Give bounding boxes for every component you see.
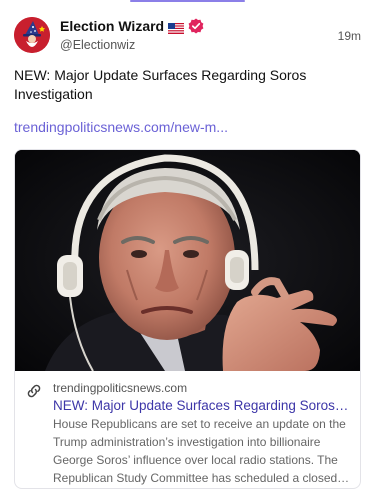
name-row: Election Wizard	[60, 17, 204, 35]
post-link[interactable]: trendingpoliticsnews.com/new-m...	[14, 119, 228, 135]
author-block: Election Wizard @Electionwiz	[60, 17, 204, 53]
card-meta[interactable]: trendingpoliticsnews.com NEW: Major Upda…	[15, 371, 360, 488]
post[interactable]: Election Wizard @Electionwiz 19m NEW: Ma…	[0, 0, 375, 500]
card-title[interactable]: NEW: Major Update Surfaces Regarding Sor…	[53, 397, 352, 414]
card-description: House Republicans are set to receive an …	[53, 417, 346, 485]
link-icon	[25, 382, 43, 400]
link-preview-card[interactable]: trendingpoliticsnews.com NEW: Major Upda…	[14, 149, 361, 489]
card-domain: trendingpoliticsnews.com	[53, 381, 188, 395]
post-text: NEW: Major Update Surfaces Regarding Sor…	[14, 67, 307, 102]
us-flag-icon	[168, 21, 185, 34]
verified-badge-icon	[188, 18, 204, 34]
avatar[interactable]	[14, 17, 50, 53]
card-image[interactable]	[15, 150, 360, 371]
timestamp[interactable]: 19m	[338, 29, 361, 43]
handle[interactable]: @Electionwiz	[60, 38, 204, 52]
display-name[interactable]: Election Wizard	[60, 18, 164, 34]
